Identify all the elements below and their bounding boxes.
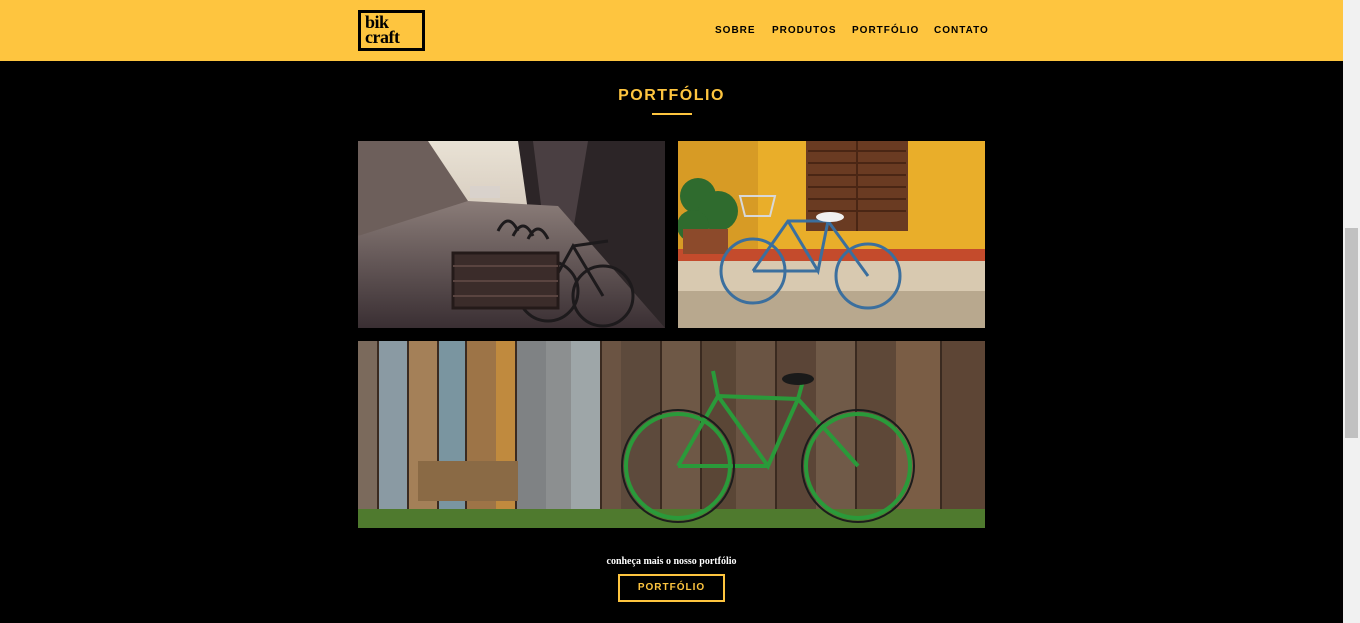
page-scrollbar[interactable] [1343,0,1360,623]
yellow-wall-bike-image [678,141,985,328]
section-title: PORTFÓLIO [618,87,725,104]
main-nav: SOBRE PRODUTOS PORTFÓLIO CONTATO [0,25,1343,37]
nav-portfolio[interactable]: PORTFÓLIO [852,25,919,36]
nav-sobre[interactable]: SOBRE [715,25,756,36]
portfolio-photo-wooden-fence[interactable] [358,341,985,528]
title-underline [652,113,692,115]
scrollbar-thumb[interactable] [1345,228,1358,438]
portfolio-button[interactable]: PORTFÓLIO [618,574,725,602]
nav-contato[interactable]: CONTATO [934,25,989,36]
street-bike-image [358,141,665,328]
portfolio-photo-yellow-wall[interactable] [678,141,985,328]
cta-text: conheça mais o nosso portfólio [606,556,737,567]
wooden-fence-bike-image [358,341,985,528]
nav-produtos[interactable]: PRODUTOS [772,25,837,36]
site-header: bik craft SOBRE PRODUTOS PORTFÓLIO CONTA… [0,0,1343,61]
portfolio-photo-street[interactable] [358,141,665,328]
